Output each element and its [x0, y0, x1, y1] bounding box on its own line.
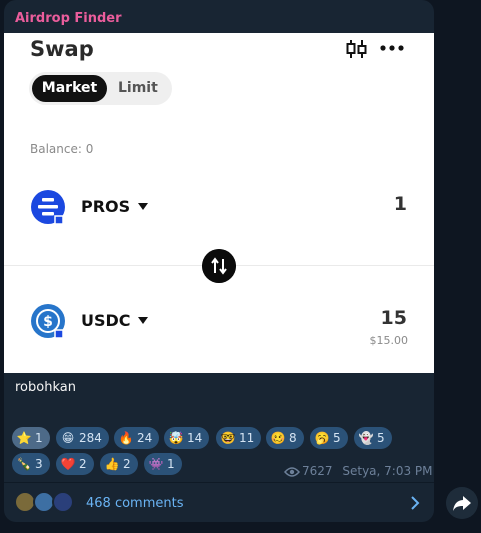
to-token-symbol: USDC — [81, 311, 131, 330]
candlestick-chart-icon — [346, 40, 367, 58]
from-token-amount: 1 — [393, 193, 407, 215]
thumbs-up-emoji-icon: 👍 — [104, 457, 120, 471]
post-meta: 7627 Setya, 7:03 PM — [284, 464, 433, 478]
reaction-thumbs-up[interactable]: 👍 2 — [100, 453, 138, 475]
from-token-row: PROS 1 — [4, 189, 434, 239]
balance-label: Balance: 0 — [30, 142, 94, 156]
reaction-count: 3 — [35, 457, 43, 471]
yawn-emoji-icon: 🥱 — [314, 431, 330, 445]
comments-link[interactable]: 468 comments — [86, 496, 183, 511]
reaction-count: 1 — [167, 457, 175, 471]
woozy-emoji-icon: 🥴 — [270, 431, 286, 445]
reaction-yawn[interactable]: 🥱 5 — [310, 427, 348, 449]
star-emoji-icon: ⭐ — [16, 431, 32, 445]
to-token-row: $ USDC 15 $15.00 — [4, 303, 434, 353]
reaction-count: 11 — [239, 431, 255, 445]
caret-down-icon — [138, 203, 148, 210]
usdc-token-icon: $ — [31, 304, 65, 339]
reaction-count: 8 — [289, 431, 297, 445]
fire-emoji-icon: 🔥 — [118, 431, 134, 445]
reaction-count: 2 — [123, 457, 131, 471]
more-options-icon — [380, 45, 404, 51]
to-token-amount: 15 — [380, 307, 407, 329]
reaction-alien-monster[interactable]: 👾 1 — [144, 453, 182, 475]
reaction-champagne[interactable]: 🍾 3 — [12, 453, 50, 475]
divider — [4, 482, 434, 483]
chevron-right-icon[interactable] — [410, 496, 420, 510]
to-token-usd-value: $15.00 — [369, 334, 409, 347]
mind-blown-emoji-icon: 🤯 — [168, 431, 184, 445]
channel-name[interactable]: Airdrop Finder — [15, 11, 122, 26]
tab-limit: Limit — [118, 80, 158, 96]
swap-title: Swap — [30, 37, 94, 61]
svg-text:$: $ — [43, 314, 53, 330]
reaction-count: 5 — [377, 431, 385, 445]
eye-icon — [284, 466, 300, 477]
view-count: 7627 — [302, 464, 333, 478]
heart-emoji-icon: ❤️ — [60, 457, 76, 471]
caret-down-icon — [138, 317, 148, 324]
post-image[interactable]: Swap Market Limit Balance: 0 PROS 1 $ US… — [4, 33, 434, 373]
pros-token-icon — [31, 190, 65, 225]
nerd-emoji-icon: 🤓 — [220, 431, 236, 445]
reaction-woozy[interactable]: 🥴 8 — [266, 427, 304, 449]
grin-emoji-icon: 😁 — [61, 431, 75, 445]
reaction-count: 1 — [35, 431, 43, 445]
champagne-emoji-icon: 🍾 — [16, 457, 32, 471]
reaction-count: 5 — [333, 431, 341, 445]
reaction-grin[interactable]: 😁 284 — [56, 427, 109, 449]
reaction-nerd[interactable]: 🤓 11 — [216, 427, 262, 449]
reaction-ghost[interactable]: 👻 5 — [354, 427, 392, 449]
reaction-fire[interactable]: 🔥 24 — [114, 427, 160, 449]
message-bubble: Airdrop Finder Swap Market Limit Balance… — [4, 0, 434, 522]
alien-monster-emoji-icon: 👾 — [148, 457, 164, 471]
order-type-toggle: Market Limit — [29, 72, 172, 105]
reaction-count: 284 — [79, 431, 102, 445]
ghost-emoji-icon: 👻 — [358, 431, 374, 445]
reaction-mind-blown[interactable]: 🤯 14 — [164, 427, 210, 449]
reaction-count: 2 — [79, 457, 87, 471]
from-token-symbol: PROS — [81, 197, 131, 216]
reaction-heart[interactable]: ❤️ 2 — [56, 453, 94, 475]
tab-market: Market — [32, 75, 107, 102]
post-caption: robohkan — [15, 380, 76, 395]
post-signature: Setya, 7:03 PM — [342, 464, 433, 478]
reaction-count: 14 — [187, 431, 203, 445]
share-button[interactable] — [446, 487, 478, 519]
reaction-star[interactable]: ⭐ 1 — [12, 427, 50, 449]
reaction-count: 24 — [137, 431, 153, 445]
commenter-avatar — [52, 491, 74, 513]
swap-direction-icon — [202, 249, 236, 283]
